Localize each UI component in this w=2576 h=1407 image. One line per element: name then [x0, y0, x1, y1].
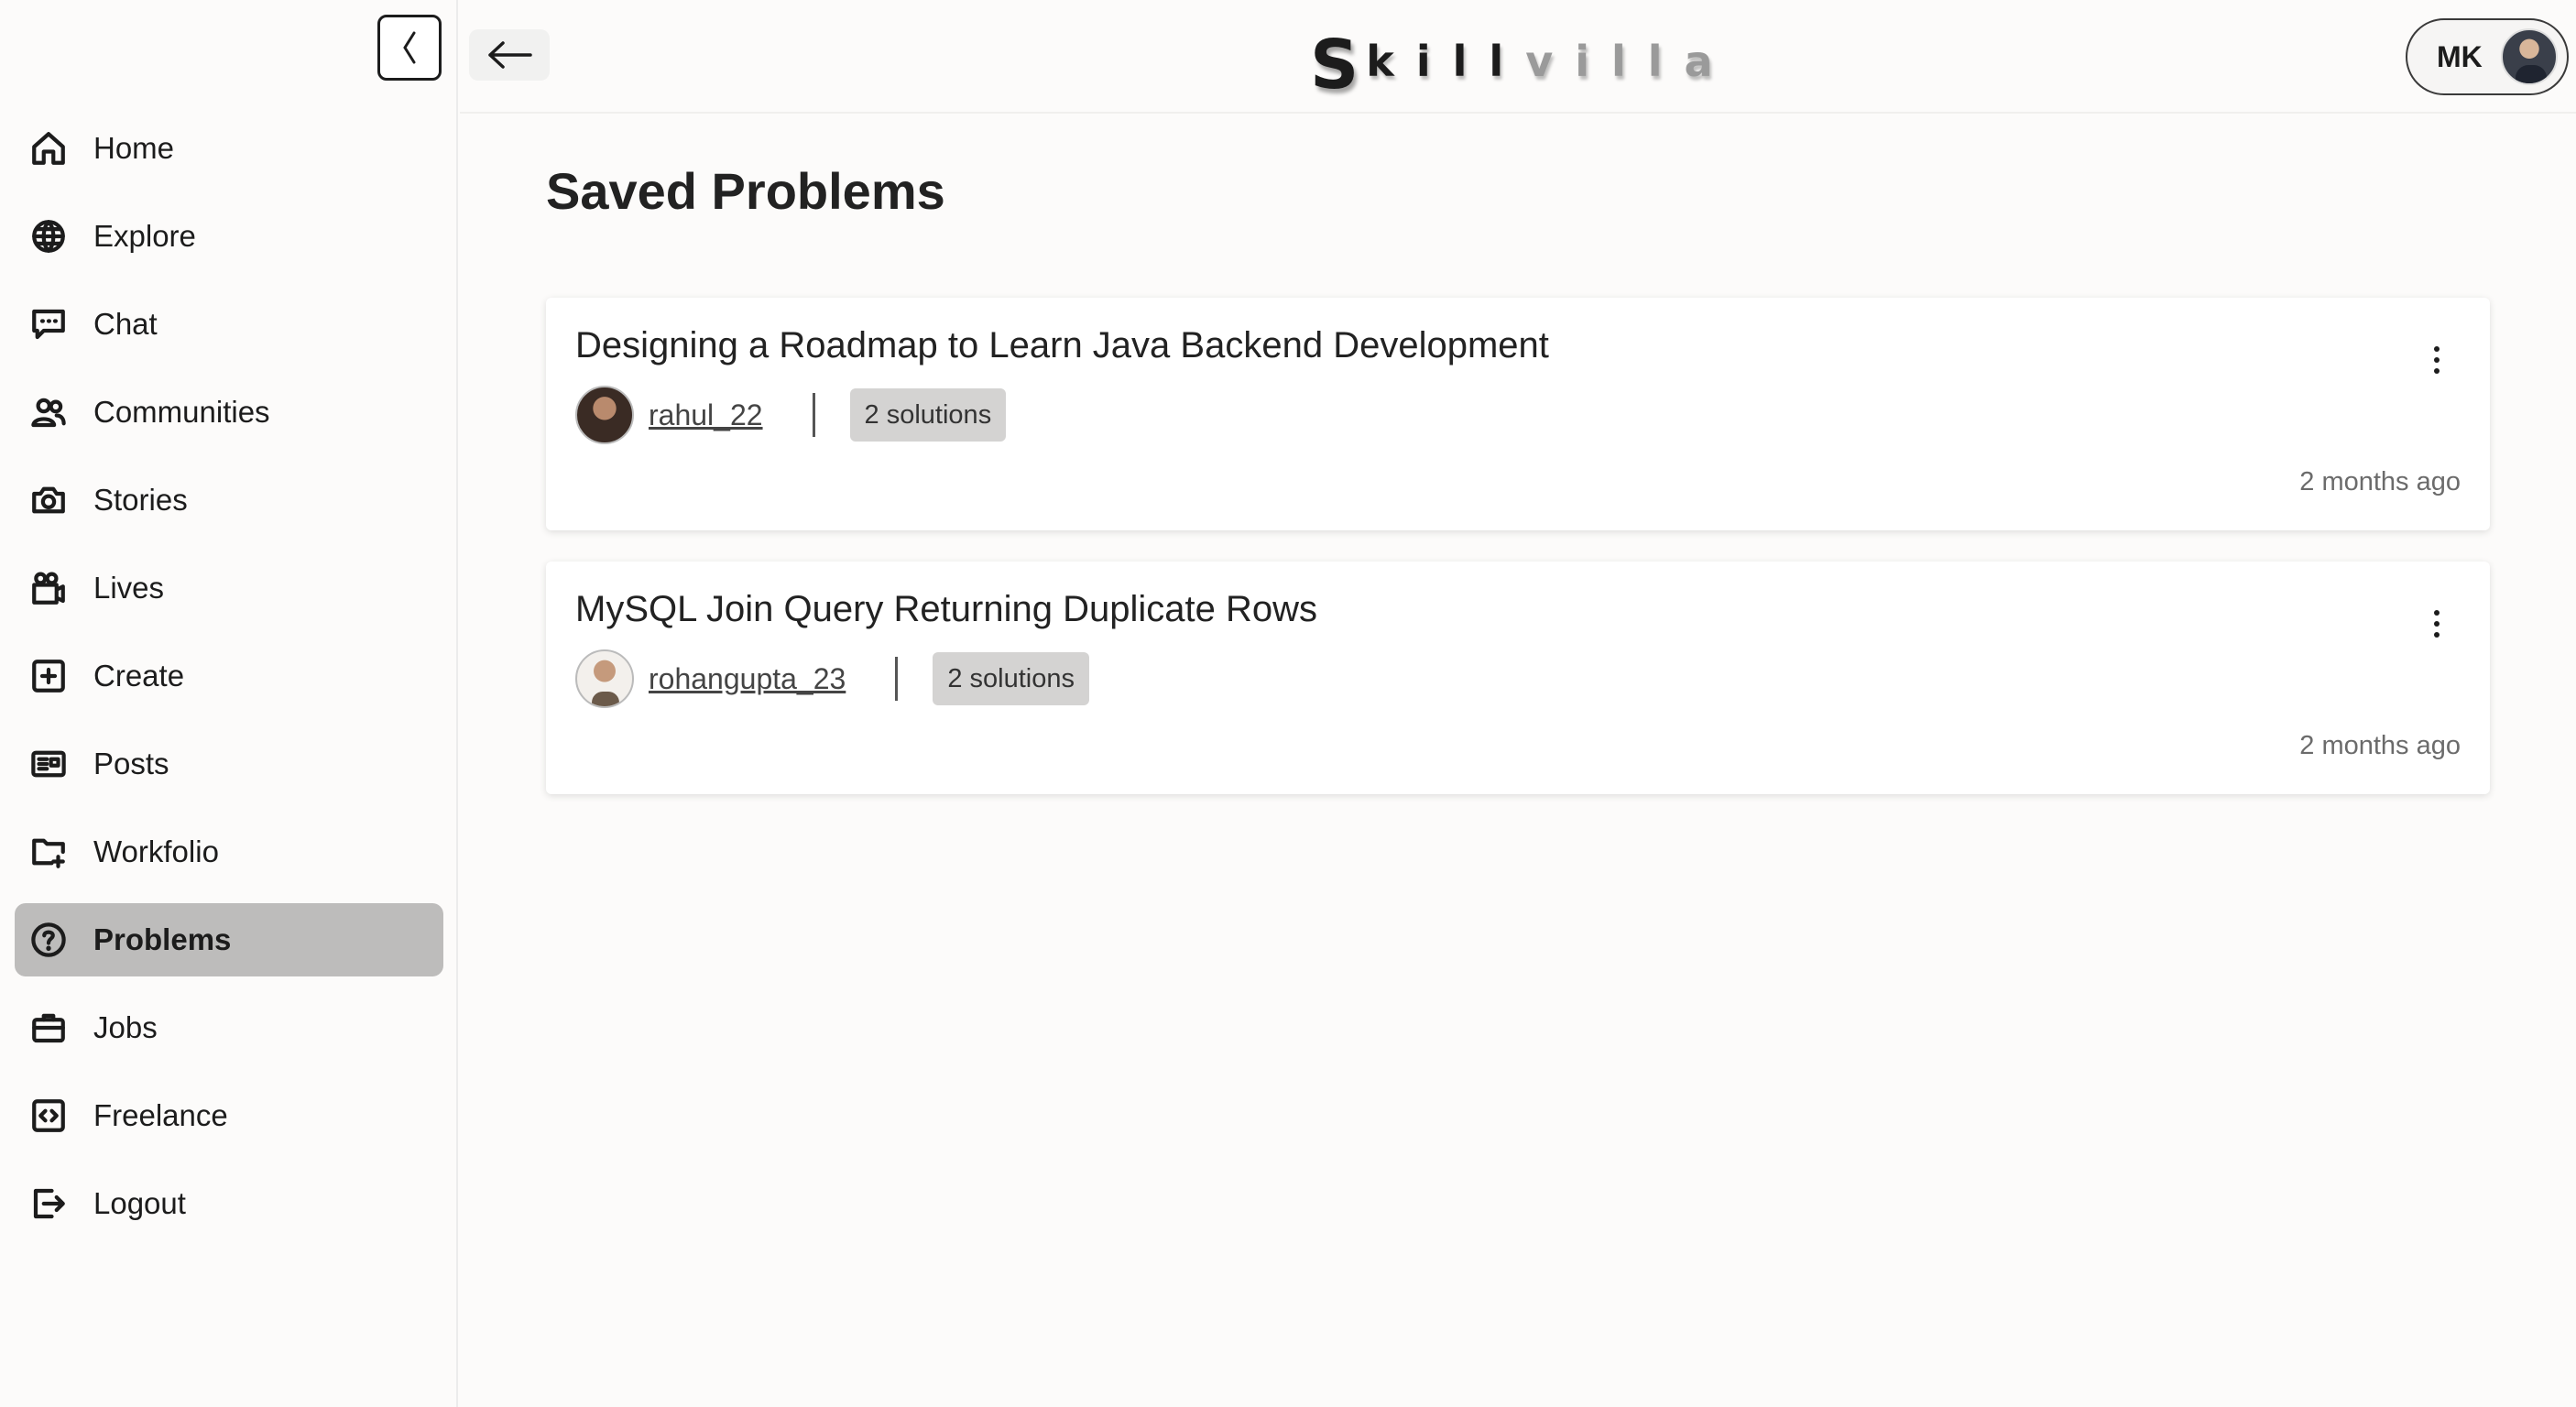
sidebar-item-label: Communities: [93, 395, 270, 429]
sidebar-item-label: Freelance: [93, 1098, 228, 1132]
sidebar-item-logout[interactable]: Logout: [15, 1167, 443, 1240]
divider: [812, 393, 815, 437]
kebab-menu-icon: [2434, 610, 2440, 638]
sidebar-item-label: Problems: [93, 922, 232, 956]
logo-kill: kill: [1366, 37, 1526, 86]
camera-icon: [27, 479, 70, 521]
sidebar-item-label: Home: [93, 131, 175, 165]
sidebar-item-label: Chat: [93, 307, 158, 341]
sidebar-item-label: Jobs: [93, 1010, 158, 1044]
sidebar-item-communities[interactable]: Communities: [15, 376, 443, 449]
chat-icon: [27, 303, 70, 345]
more-options-button[interactable]: [2428, 344, 2446, 376]
main-content: Saved Problems Designing a Roadmap to Le…: [546, 114, 2490, 794]
sidebar-item-chat[interactable]: Chat: [15, 288, 443, 361]
sidebar-item-jobs[interactable]: Jobs: [15, 991, 443, 1064]
profile-menu-button[interactable]: MK: [2406, 18, 2569, 95]
logo-villa: villa: [1525, 37, 1735, 86]
sidebar-item-problems[interactable]: Problems: [15, 903, 443, 976]
sidebar-item-label: Explore: [93, 219, 196, 253]
plus-square-icon: [27, 655, 70, 697]
code-square-icon: [27, 1095, 70, 1137]
saved-problems-list: Designing a Roadmap to Learn Java Backen…: [546, 298, 2490, 794]
logo-s: S: [1310, 26, 1359, 104]
sidebar-item-label: Lives: [93, 571, 165, 605]
sidebar-item-label: Logout: [93, 1186, 186, 1220]
sidebar: Home Explore Chat Communities Stories Li…: [0, 0, 458, 1407]
question-circle-icon: [27, 919, 70, 961]
problem-timestamp: 2 months ago: [2299, 731, 2461, 760]
folder-plus-icon: [27, 831, 70, 873]
sidebar-nav: Home Explore Chat Communities Stories Li…: [15, 112, 443, 1255]
sidebar-item-label: Stories: [93, 483, 188, 517]
author-avatar[interactable]: [575, 649, 634, 708]
problem-timestamp: 2 months ago: [2299, 467, 2461, 496]
newspaper-icon: [27, 743, 70, 785]
problem-title[interactable]: Designing a Roadmap to Learn Java Backen…: [575, 325, 2461, 366]
author-avatar[interactable]: [575, 386, 634, 444]
more-options-button[interactable]: [2428, 607, 2446, 640]
problem-title[interactable]: MySQL Join Query Returning Duplicate Row…: [575, 589, 2461, 630]
back-button[interactable]: [469, 29, 550, 81]
home-icon: [27, 127, 70, 169]
briefcase-icon: [27, 1007, 70, 1049]
sidebar-item-create[interactable]: Create: [15, 639, 443, 713]
divider: [895, 657, 899, 701]
solutions-badge[interactable]: 2 solutions: [849, 388, 1007, 442]
page-title: Saved Problems: [546, 162, 945, 220]
sidebar-item-workfolio[interactable]: Workfolio: [15, 815, 443, 889]
problem-meta: rohangupta_23 2 solutions: [575, 649, 2461, 708]
problem-card[interactable]: MySQL Join Query Returning Duplicate Row…: [546, 562, 2490, 794]
problem-meta: rahul_22 2 solutions: [575, 386, 2461, 444]
sidebar-item-label: Posts: [93, 747, 169, 780]
logout-icon: [27, 1183, 70, 1225]
author-link[interactable]: rahul_22: [649, 398, 763, 432]
sidebar-item-home[interactable]: Home: [15, 112, 443, 185]
chevron-left-icon: [403, 31, 416, 64]
app-root: Home Explore Chat Communities Stories Li…: [0, 0, 2576, 1407]
profile-initials: MK: [2437, 39, 2483, 73]
solutions-badge[interactable]: 2 solutions: [933, 652, 1089, 705]
sidebar-item-stories[interactable]: Stories: [15, 464, 443, 537]
avatar: [2501, 28, 2558, 85]
skillvilla-logo[interactable]: S kill villa: [1310, 26, 1735, 99]
arrow-left-icon: [488, 41, 532, 69]
collapse-sidebar-button[interactable]: [377, 15, 442, 81]
users-icon: [27, 391, 70, 433]
sidebar-item-explore[interactable]: Explore: [15, 200, 443, 273]
problem-card[interactable]: Designing a Roadmap to Learn Java Backen…: [546, 298, 2490, 530]
sidebar-item-lives[interactable]: Lives: [15, 551, 443, 625]
sidebar-item-label: Create: [93, 659, 185, 693]
globe-icon: [27, 215, 70, 257]
video-icon: [27, 567, 70, 609]
sidebar-item-freelance[interactable]: Freelance: [15, 1079, 443, 1152]
sidebar-item-posts[interactable]: Posts: [15, 727, 443, 801]
author-link[interactable]: rohangupta_23: [649, 662, 846, 696]
top-bar: S kill villa MK: [460, 0, 2576, 114]
kebab-menu-icon: [2434, 346, 2440, 374]
sidebar-item-label: Workfolio: [93, 834, 219, 868]
